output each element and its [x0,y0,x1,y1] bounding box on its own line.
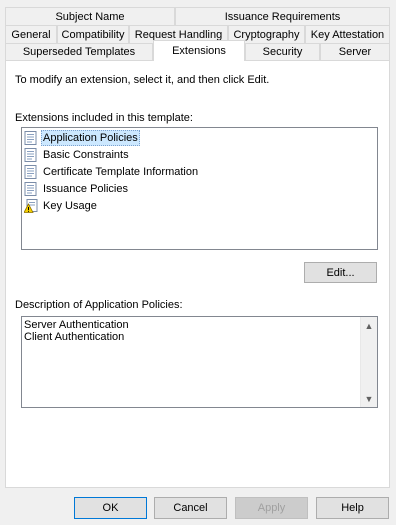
tab-label: Extensions [172,45,226,57]
apply-button[interactable]: Apply [235,497,308,519]
cancel-button-label: Cancel [173,502,208,514]
vertical-scrollbar[interactable]: ▲ ▼ [360,317,377,407]
list-item-label: Certificate Template Information [43,166,199,178]
tab-label: Cryptography [233,28,300,41]
tab-extensions[interactable]: Extensions [153,40,245,61]
tab-label: Server [338,46,372,58]
extensions-list[interactable]: Application Policies Basic Constraints C… [21,127,378,250]
cancel-button[interactable]: Cancel [154,497,227,519]
ok-button-label: OK [102,502,119,514]
extensions-panel: To modify an extension, select it, and t… [5,60,390,488]
list-item-label: Issuance Policies [43,183,128,195]
description-label: Description of Application Policies: [15,299,183,311]
tab-superseded-templates[interactable]: Superseded Templates [5,43,153,61]
tab-subject-name[interactable]: Subject Name [5,7,175,26]
tab-security[interactable]: Security [245,43,320,61]
list-item-label: Basic Constraints [43,149,129,161]
warning-certificate-icon [23,199,38,213]
description-line: Server Authentication [24,319,129,331]
help-button-label: Help [341,502,364,514]
tab-label: Subject Name [55,10,125,23]
tab-label: Compatibility [61,28,125,41]
list-item[interactable]: Application Policies [24,130,140,146]
edit-button[interactable]: Edit... [304,262,377,283]
tab-label: Key Attestation [310,28,385,41]
tab-issuance-requirements[interactable]: Issuance Requirements [175,7,390,26]
tab-label: Issuance Requirements [224,10,341,23]
tab-compatibility[interactable]: Compatibility [57,25,129,44]
help-button[interactable]: Help [316,497,389,519]
description-line: Client Authentication [24,331,125,343]
instruction-text: To modify an extension, select it, and t… [15,74,270,86]
tab-label: Security [262,46,303,58]
tab-label: General [11,28,51,41]
list-item[interactable]: Certificate Template Information [24,164,200,180]
certificate-icon [24,165,38,179]
certificate-icon [24,131,38,145]
edit-button-label: Edit... [326,266,355,279]
apply-button-label: Apply [257,502,286,514]
scroll-down-icon[interactable]: ▼ [361,390,377,407]
list-item[interactable]: Key Usage [23,198,99,214]
certificate-icon [24,148,38,162]
description-box[interactable]: Server Authentication Client Authenticat… [21,316,378,408]
certificate-icon [24,182,38,196]
tab-key-attestation[interactable]: Key Attestation [305,25,390,44]
description-text: Server Authentication Client Authenticat… [24,319,129,343]
ok-button[interactable]: OK [74,497,147,519]
extensions-list-label: Extensions included in this template: [15,112,193,124]
tab-label: Request Handling [134,28,223,41]
scroll-up-icon[interactable]: ▲ [361,317,377,334]
list-item[interactable]: Issuance Policies [24,181,130,197]
list-item-label: Application Policies [41,130,140,146]
tab-general[interactable]: General [5,25,57,44]
list-item[interactable]: Basic Constraints [24,147,131,163]
tab-server[interactable]: Server [320,43,390,61]
tab-label: Superseded Templates [22,46,136,58]
list-item-label: Key Usage [43,200,97,212]
